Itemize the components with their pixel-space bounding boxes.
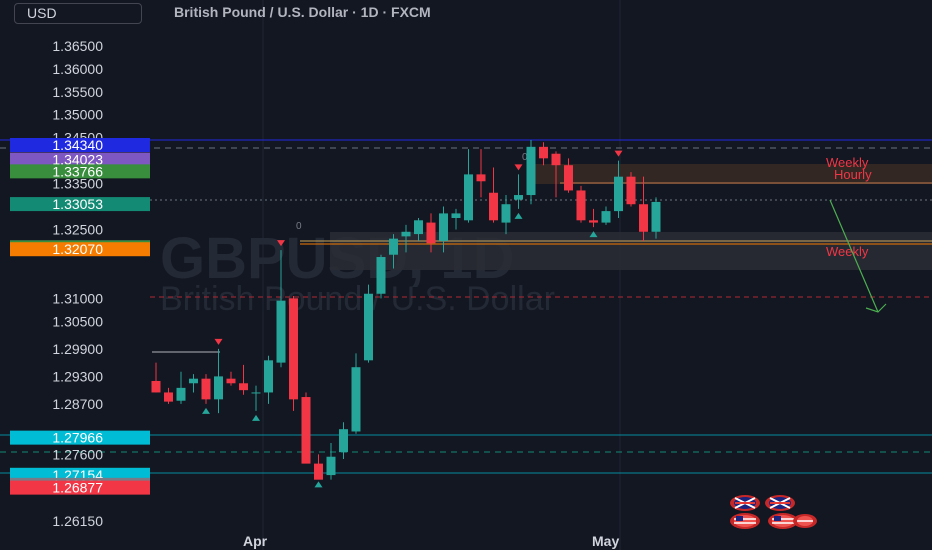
zone-label-weekly-lower: Weekly xyxy=(826,244,869,259)
price-tag: 1.26877 xyxy=(10,480,150,496)
price-tag-label: 1.33053 xyxy=(52,196,103,212)
candle[interactable] xyxy=(376,254,386,299)
candle[interactable] xyxy=(576,185,586,223)
price-chart[interactable]: GBPUSD, 1D British Pound / U.S. Dollar W… xyxy=(0,0,932,550)
y-tick-label: 1.29300 xyxy=(52,368,103,384)
y-tick-label: 1.36500 xyxy=(52,38,103,54)
y-tick-label: 1.35000 xyxy=(52,107,103,123)
uk-flag-icon-2[interactable] xyxy=(765,495,795,511)
y-tick-label: 1.26150 xyxy=(52,513,103,529)
y-tick-label: 1.30500 xyxy=(52,313,103,329)
chart-title: British Pound / U.S. Dollar · 1D · FXCM xyxy=(174,4,431,20)
fib-label-0: 0 xyxy=(296,221,302,232)
price-tag: 1.32070 xyxy=(10,241,150,257)
weekly-zone-upper xyxy=(530,164,932,184)
y-tick-label: 1.32500 xyxy=(52,221,103,237)
y-tick-label: 1.28700 xyxy=(52,396,103,412)
symbol-search-input[interactable]: USD xyxy=(14,3,142,24)
uk-flag-icon[interactable] xyxy=(730,495,760,511)
watermark-description: British Pound / U.S. Dollar xyxy=(160,280,555,318)
price-tag: 1.33766 xyxy=(10,163,150,179)
candle[interactable] xyxy=(301,392,311,464)
y-tick-label: 1.29900 xyxy=(52,341,103,357)
x-label-apr: Apr xyxy=(243,533,268,549)
y-tick-label: 1.35500 xyxy=(52,84,103,100)
candle[interactable] xyxy=(626,172,636,207)
price-tag-label: 1.27966 xyxy=(52,430,103,446)
price-tag-label: 1.26877 xyxy=(52,480,103,496)
price-tag-label: 1.33766 xyxy=(52,163,103,179)
price-tag: 1.27966 xyxy=(10,430,150,446)
candle[interactable] xyxy=(526,139,536,205)
price-tag-label: 1.32070 xyxy=(52,241,103,257)
zone-label-hourly: Hourly xyxy=(834,167,872,182)
candle[interactable] xyxy=(289,296,298,411)
x-label-may: May xyxy=(592,533,619,549)
y-tick-label: 1.31000 xyxy=(52,290,103,306)
us-flag-icon[interactable] xyxy=(730,513,760,529)
candle[interactable] xyxy=(364,284,373,363)
y-tick-label: 1.36000 xyxy=(52,61,103,77)
price-tag: 1.33053 xyxy=(10,196,150,212)
y-tick-label: 1.27600 xyxy=(52,446,103,462)
us-flag-icon-3[interactable] xyxy=(793,514,817,528)
